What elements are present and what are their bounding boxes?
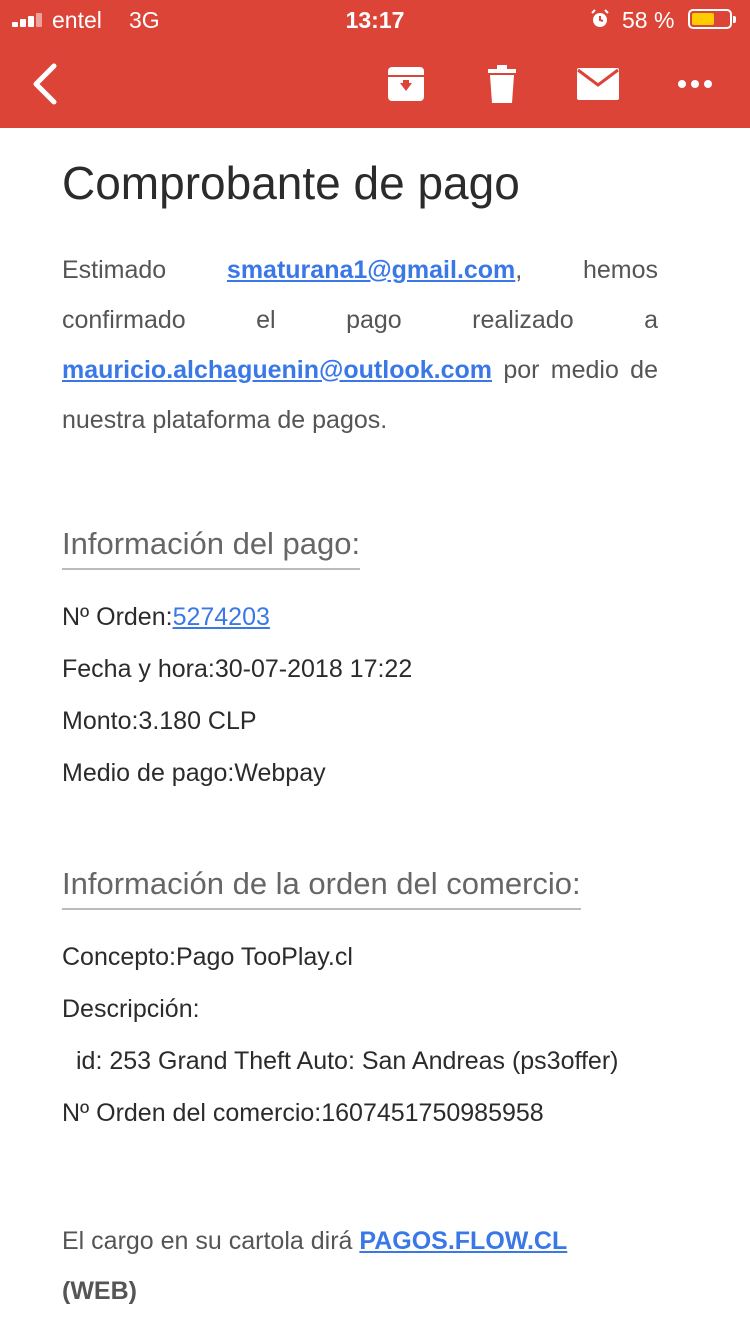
pagos-flow-link[interactable]: PAGOS.FLOW.CL	[359, 1227, 567, 1255]
archive-button[interactable]	[384, 60, 428, 108]
status-bar: entel 3G 13:17 58 %	[0, 0, 750, 40]
chevron-left-icon	[33, 63, 57, 105]
order-number-label: Nº Orden:	[62, 603, 173, 631]
delete-button[interactable]	[482, 60, 522, 108]
mark-unread-button[interactable]	[574, 60, 622, 108]
order-number-line: Nº Orden:5274203	[62, 603, 270, 632]
statement-note: El cargo en su cartola dirá PAGOS.FLOW.C…	[62, 1216, 658, 1316]
envelope-icon	[577, 68, 619, 100]
merchant-order-number: Nº Orden del comercio:1607451750985958	[62, 1099, 544, 1127]
merchant-info-heading: Información de la orden del comercio:	[62, 866, 581, 910]
archive-icon	[388, 67, 424, 101]
payment-amount: Monto:3.180 CLP	[62, 707, 257, 735]
more-horizontal-icon	[678, 80, 712, 88]
statement-suffix: (WEB)	[62, 1277, 137, 1305]
payment-info-heading: Información del pago:	[62, 526, 361, 570]
battery-percent: 58 %	[622, 7, 675, 33]
description-label: Descripción:	[62, 995, 200, 1023]
back-button[interactable]	[20, 60, 70, 108]
description-value: id: 253 Grand Theft Auto: San Andreas (p…	[76, 1047, 619, 1075]
recipient-email-link[interactable]: mauricio.alchaguenin@outlook.com	[62, 356, 492, 384]
sender-email-link[interactable]: smaturana1@gmail.com	[227, 256, 515, 284]
statement-text: El cargo en su cartola dirá	[62, 1227, 360, 1255]
trash-icon	[488, 65, 516, 103]
email-title: Comprobante de pago	[62, 157, 520, 209]
payment-method: Medio de pago:Webpay	[62, 759, 326, 787]
more-options-button[interactable]	[670, 60, 720, 108]
intro-paragraph: Estimado smaturana1@gmail.com, hemos con…	[62, 245, 658, 445]
app-toolbar: entel 3G 13:17 58 %	[0, 0, 750, 128]
alarm-icon	[591, 9, 609, 27]
battery-icon	[688, 9, 736, 29]
intro-text-start: Estimado	[62, 256, 227, 284]
order-number-link[interactable]: 5274203	[173, 603, 270, 631]
merchant-concept: Concepto:Pago TooPlay.cl	[62, 943, 353, 971]
payment-datetime: Fecha y hora:30-07-2018 17:22	[62, 655, 413, 683]
